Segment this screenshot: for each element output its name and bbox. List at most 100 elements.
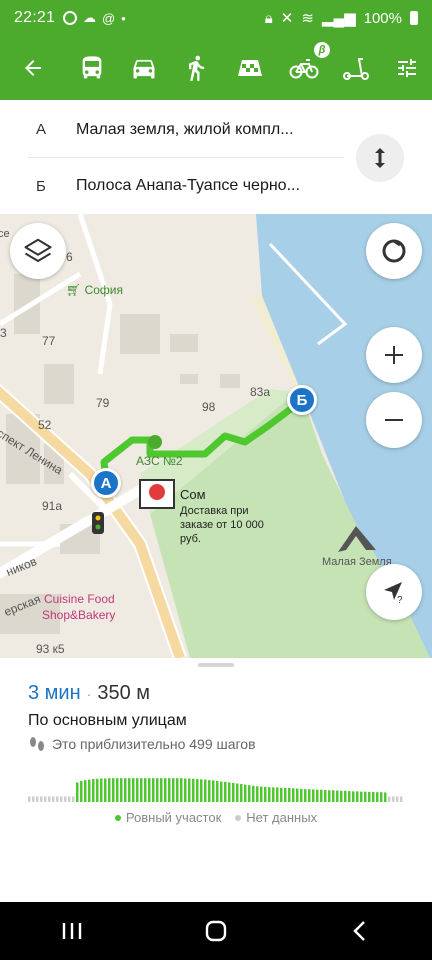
- elevation-bar: [344, 790, 347, 802]
- route-summary-sheet[interactable]: 3 мин · 350 м По основным улицам Это при…: [0, 658, 432, 902]
- signal-icon: ▂▄▆: [321, 10, 356, 27]
- legend-flat: Ровный участок: [114, 810, 222, 825]
- lock-icon: 🔒︎: [264, 9, 273, 27]
- map-view[interactable]: се 6 🛒︎ София 3 77 79 98 83а 52 спект Ле…: [0, 214, 432, 658]
- to-address: Полоса Анапа-Туапсе черно...: [76, 177, 300, 194]
- elevation-bar: [396, 796, 399, 802]
- elevation-bar: [148, 778, 151, 802]
- elevation-bar: [108, 778, 111, 802]
- elevation-bar: [120, 778, 123, 802]
- route-points-panel: А Малая земля, жилой компл... Б Полоса А…: [0, 100, 432, 214]
- elevation-bar: [220, 781, 223, 802]
- map-poi-sofia-label: София: [84, 283, 123, 297]
- compass-button[interactable]: [366, 223, 422, 279]
- elevation-bar: [292, 788, 295, 802]
- swap-vertical-icon: [375, 148, 385, 168]
- elevation-bar: [232, 782, 235, 802]
- minus-icon: [385, 419, 403, 421]
- elevation-bar: [68, 796, 71, 802]
- elevation-bar: [140, 778, 143, 802]
- map-label-3: 3: [0, 326, 7, 340]
- bus-mode-button[interactable]: [66, 36, 118, 100]
- elevation-bar: [240, 784, 243, 802]
- elevation-bar: [84, 780, 87, 802]
- location-arrow-icon: ?: [384, 582, 403, 606]
- zoom-in-button[interactable]: [366, 327, 422, 383]
- bus-icon: [82, 56, 102, 79]
- sheet-drag-handle[interactable]: [198, 663, 234, 667]
- taxi-mode-button[interactable]: [222, 36, 278, 100]
- back-button[interactable]: [0, 36, 66, 100]
- route-settings-button[interactable]: [382, 36, 432, 100]
- back-chevron-icon: [353, 921, 365, 941]
- home-button[interactable]: [186, 902, 246, 960]
- footsteps-icon: [30, 737, 44, 751]
- map-poi-cuisine-2: Shop&Bakery: [42, 608, 116, 622]
- elevation-bar: [176, 778, 179, 802]
- elevation-bar: [280, 787, 283, 802]
- layers-icon: [24, 238, 52, 262]
- transport-mode-bar: β: [0, 36, 432, 100]
- elevation-bar: [244, 784, 247, 802]
- back-nav-button[interactable]: [330, 902, 390, 960]
- elevation-bar: [340, 790, 343, 802]
- scooter-mode-button[interactable]: [330, 36, 382, 100]
- plus-icon: [385, 346, 403, 364]
- elevation-bar: [196, 779, 199, 802]
- elevation-bar: [160, 778, 163, 802]
- elevation-bar: [372, 791, 375, 802]
- home-icon: [205, 920, 227, 942]
- elevation-bar: [288, 788, 291, 802]
- elevation-bar: [164, 778, 167, 802]
- legend-nodata-label: Нет данных: [246, 810, 318, 825]
- elevation-bar: [304, 789, 307, 802]
- route-pin-b[interactable]: Б: [287, 385, 317, 415]
- map-label-52: 52: [38, 418, 52, 432]
- to-point-field[interactable]: Б Полоса Анапа-Туапсе черно...: [28, 158, 344, 214]
- steps-info: Это приблизительно 499 шагов: [28, 736, 256, 752]
- elevation-bar: [128, 778, 131, 802]
- map-label-93k5: 93 к5: [36, 642, 65, 656]
- map-poi-cuisine-1: Cuisine Food: [44, 592, 115, 606]
- battery-icon: [410, 11, 418, 25]
- elevation-bar: [144, 778, 147, 802]
- car-mode-button[interactable]: [118, 36, 170, 100]
- car-icon: [133, 59, 155, 79]
- map-label-azs: АЗС №2: [136, 454, 183, 468]
- map-label-91a: 91а: [42, 499, 63, 513]
- walk-mode-button[interactable]: [170, 36, 222, 100]
- walk-icon: [189, 55, 205, 81]
- elevation-bar: [36, 796, 39, 802]
- elevation-bar: [388, 796, 391, 802]
- elevation-bar: [324, 789, 327, 802]
- system-nav-bar: [0, 902, 432, 960]
- mute-icon: ✕: [280, 10, 294, 27]
- elevation-bar: [92, 779, 95, 802]
- elevation-bar: [264, 786, 267, 802]
- elevation-bar: [44, 796, 47, 802]
- elevation-bar: [104, 778, 107, 802]
- elevation-bar: [88, 779, 91, 802]
- from-letter: А: [36, 121, 47, 138]
- elevation-bar: [96, 778, 99, 802]
- from-point-field[interactable]: А Малая земля, жилой компл...: [28, 102, 344, 158]
- scooter-icon: [343, 58, 369, 80]
- map-label-79: 79: [96, 396, 110, 410]
- elevation-bar: [64, 796, 67, 802]
- route-type: По основным улицам: [28, 712, 187, 729]
- cloud-icon: ☁: [83, 10, 97, 25]
- map-label-6: 6: [66, 250, 73, 264]
- elevation-bar: [400, 796, 403, 802]
- layers-button[interactable]: [10, 223, 66, 279]
- elevation-bar: [308, 789, 311, 802]
- route-pin-a[interactable]: А: [91, 468, 121, 498]
- wifi-icon: ≋: [301, 10, 314, 27]
- bike-mode-button[interactable]: β: [278, 36, 330, 100]
- my-location-button[interactable]: ?: [366, 564, 422, 620]
- recents-button[interactable]: [42, 902, 102, 960]
- notification-icons: ☁ @ •: [63, 10, 126, 26]
- legend-flat-label: Ровный участок: [125, 810, 222, 825]
- swap-points-button[interactable]: [356, 134, 404, 182]
- zoom-out-button[interactable]: [366, 392, 422, 448]
- elevation-bar: [252, 785, 255, 802]
